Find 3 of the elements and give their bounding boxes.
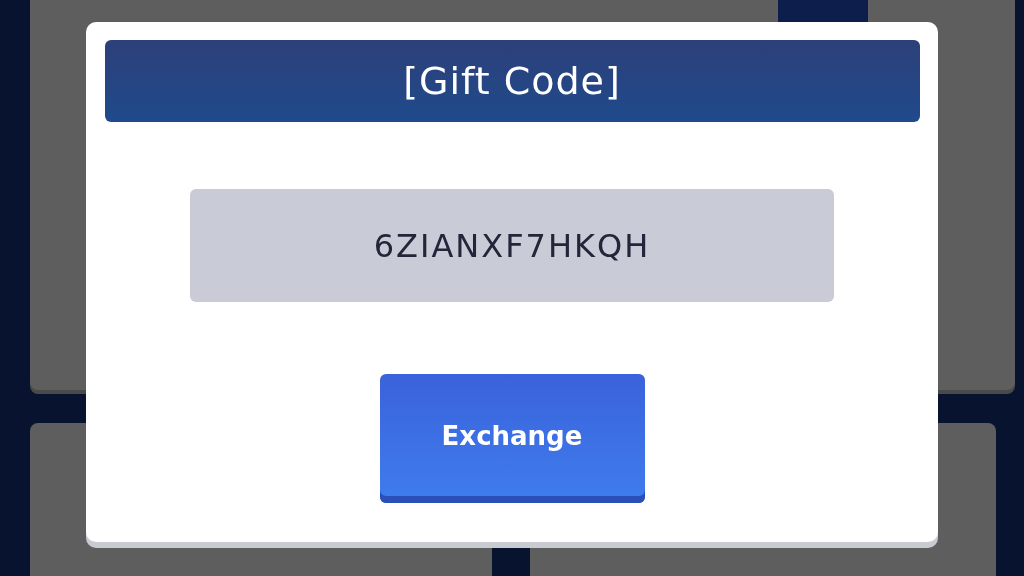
code-field[interactable]: 6ZIANXF7HKQH xyxy=(190,189,834,302)
dialog-title: [Gift Code] xyxy=(104,40,920,122)
exchange-button[interactable]: Exchange xyxy=(379,374,645,503)
